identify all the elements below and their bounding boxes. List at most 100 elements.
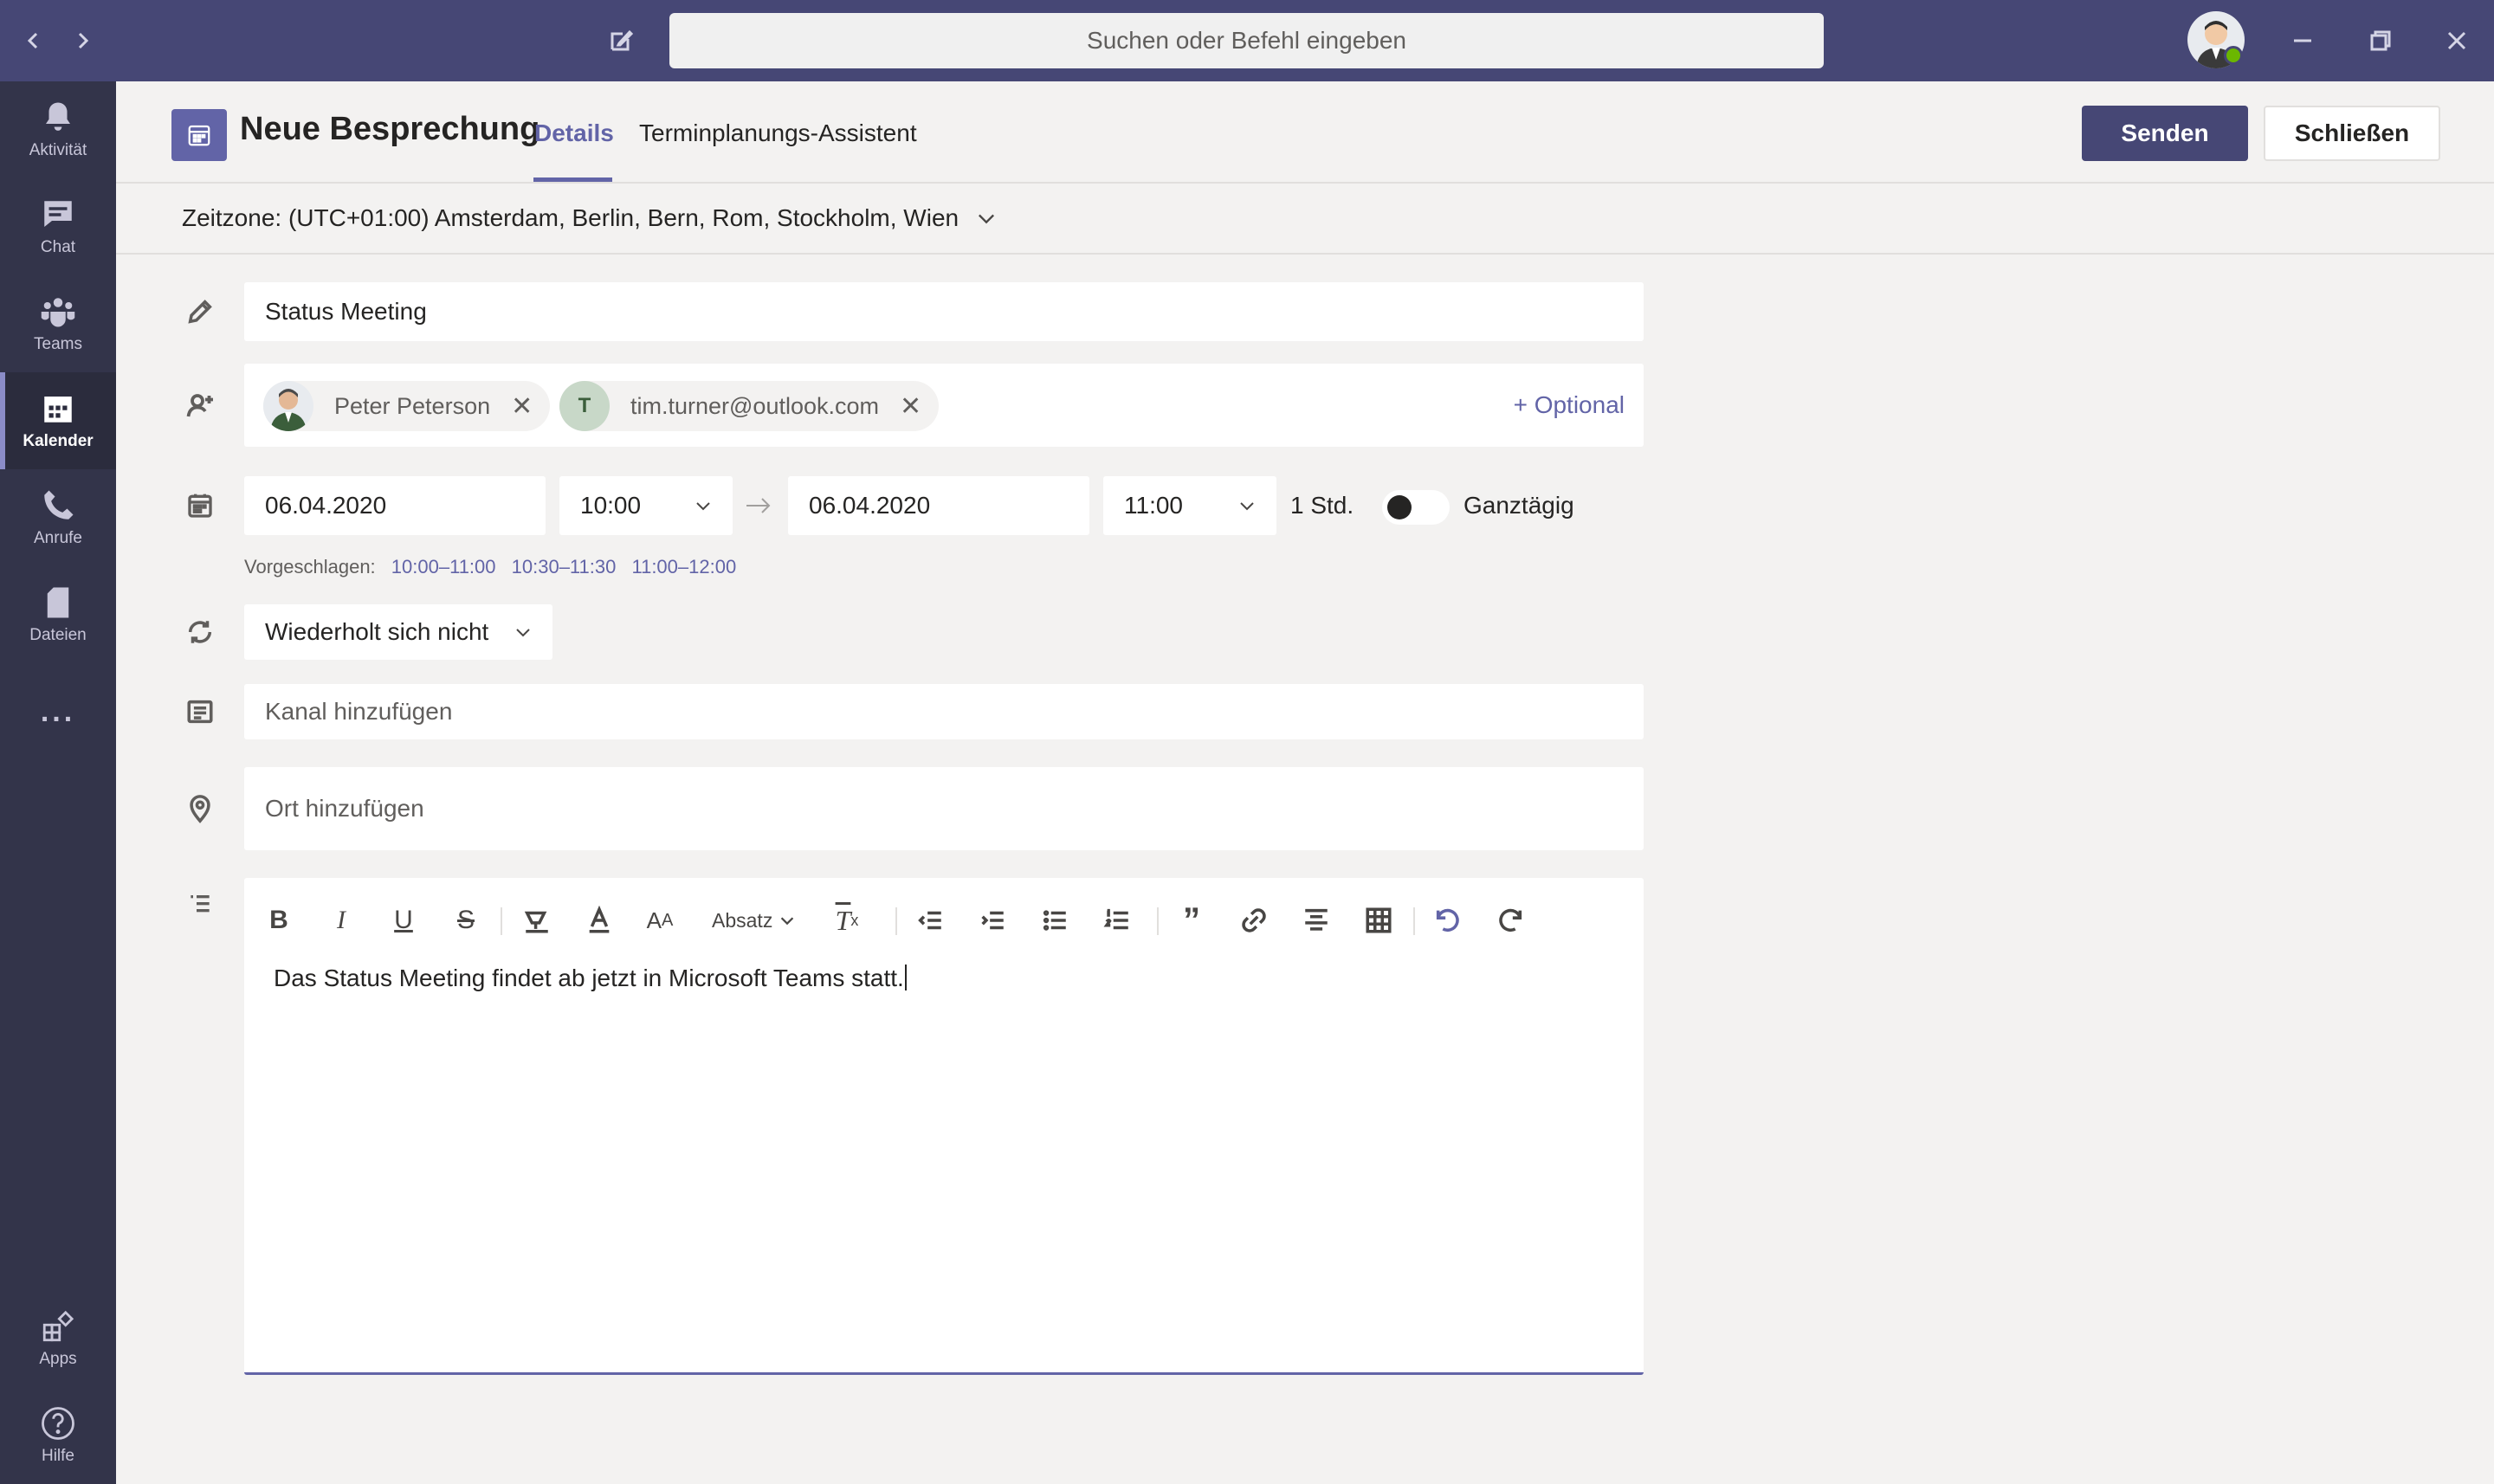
close-button[interactable]: Schließen <box>2264 106 2440 161</box>
rail-label: Anrufe <box>34 529 82 547</box>
title-bar: Suchen oder Befehl eingeben <box>0 0 2494 81</box>
attendees-input[interactable]: Peter Peterson ✕ T tim.turner@outlook.co… <box>244 364 1644 447</box>
close-window-icon[interactable] <box>2433 17 2480 64</box>
title-input[interactable]: Status Meeting <box>244 282 1644 341</box>
rail-item-calls[interactable]: Anrufe <box>0 469 116 566</box>
suggested-slot[interactable]: 10:30–11:30 <box>512 556 617 577</box>
forward-icon[interactable] <box>59 17 106 64</box>
presence-available-icon <box>2224 46 2243 65</box>
remove-attendee-icon[interactable]: ✕ <box>900 391 921 422</box>
attendee-chip[interactable]: T tim.turner@outlook.com ✕ <box>559 381 940 431</box>
search-input[interactable]: Suchen oder Befehl eingeben <box>669 13 1824 68</box>
location-input[interactable]: Ort hinzufügen <box>244 767 1644 850</box>
add-optional-link[interactable]: + Optional <box>1514 391 1625 419</box>
tab-scheduling-assistant[interactable]: Terminplanungs-Assistent <box>639 119 917 147</box>
more-icon: ... <box>40 694 76 728</box>
channel-icon <box>182 694 218 730</box>
clear-formatting-icon[interactable]: Tx <box>830 899 864 942</box>
strikethrough-icon[interactable]: S <box>449 899 483 942</box>
divider <box>116 253 2494 255</box>
bold-icon[interactable]: B <box>262 899 296 942</box>
rail-label: Hilfe <box>41 1447 74 1465</box>
title-value: Status Meeting <box>265 298 427 325</box>
highlight-icon[interactable] <box>520 899 554 942</box>
decrease-indent-icon[interactable] <box>913 899 947 942</box>
text-caret <box>904 965 907 990</box>
all-day-toggle[interactable] <box>1382 490 1450 525</box>
underline-icon[interactable]: U <box>386 899 421 942</box>
end-time-value: 11:00 <box>1124 492 1183 519</box>
editor-content[interactable]: Das Status Meeting findet ab jetzt in Mi… <box>274 965 907 992</box>
channel-input[interactable]: Kanal hinzufügen <box>244 684 1644 739</box>
toolbar-divider <box>1157 907 1159 935</box>
send-button[interactable]: Senden <box>2082 106 2248 161</box>
toolbar-divider <box>1413 907 1415 935</box>
timezone-select[interactable]: Zeitzone: (UTC+01:00) Amsterdam, Berlin,… <box>182 204 998 232</box>
start-date-input[interactable]: 06.04.2020 <box>244 476 546 535</box>
description-editor[interactable]: B I U S AA Absatz Tx ” Das Status Meetin… <box>244 878 1644 1375</box>
teams-icon <box>41 298 75 327</box>
attendee-chip[interactable]: Peter Peterson ✕ <box>263 381 551 431</box>
repeat-value: Wiederholt sich nicht <box>265 618 489 645</box>
file-icon <box>47 587 69 618</box>
details-list-icon <box>182 887 218 923</box>
rail-item-calendar[interactable]: Kalender <box>0 372 116 469</box>
repeat-select[interactable]: Wiederholt sich nicht <box>244 604 552 660</box>
duration-label: 1 Std. <box>1290 492 1354 519</box>
restore-icon[interactable] <box>2357 17 2404 64</box>
rail-label: Chat <box>40 238 76 256</box>
remove-attendee-icon[interactable]: ✕ <box>511 391 533 422</box>
font-size-icon[interactable]: AA <box>643 899 677 942</box>
paragraph-select[interactable]: Absatz <box>712 899 797 942</box>
calendar-icon <box>171 109 227 161</box>
calendar-icon <box>182 487 218 524</box>
timezone-label: Zeitzone: (UTC+01:00) Amsterdam, Berlin,… <box>182 204 959 231</box>
rail-item-more[interactable]: ... <box>0 663 116 760</box>
link-icon[interactable] <box>1237 899 1271 942</box>
paragraph-label: Absatz <box>712 908 773 932</box>
rail-item-activity[interactable]: Aktivität <box>0 81 116 178</box>
font-color-icon[interactable] <box>582 899 617 942</box>
meeting-header: Neue Besprechung Details Terminplanungs-… <box>116 81 2494 184</box>
rail-item-chat[interactable]: Chat <box>0 178 116 275</box>
end-time-select[interactable]: 11:00 <box>1103 476 1276 535</box>
chevron-down-icon <box>1240 502 1254 511</box>
bullet-list-icon[interactable] <box>1037 899 1072 942</box>
tab-details[interactable]: Details <box>534 119 614 147</box>
numbered-list-icon[interactable] <box>1100 899 1134 942</box>
suggested-slot[interactable]: 10:00–11:00 <box>391 556 496 577</box>
start-time-value: 10:00 <box>580 492 642 519</box>
rail-item-teams[interactable]: Teams <box>0 275 116 372</box>
page-title: Neue Besprechung <box>240 111 540 147</box>
suggested-slot[interactable]: 11:00–12:00 <box>631 556 736 577</box>
start-time-select[interactable]: 10:00 <box>559 476 733 535</box>
quote-icon[interactable]: ” <box>1174 899 1209 942</box>
chat-icon <box>44 201 72 227</box>
chevron-down-icon <box>516 629 530 637</box>
align-center-icon[interactable] <box>1299 899 1334 942</box>
italic-icon[interactable]: I <box>324 899 359 942</box>
back-icon[interactable] <box>10 17 57 64</box>
app-rail: Aktivität Chat Teams Kalender Anrufe Dat… <box>0 81 116 1484</box>
minimize-icon[interactable] <box>2279 17 2326 64</box>
rail-item-files[interactable]: Dateien <box>0 566 116 663</box>
rail-label: Kalender <box>23 432 94 450</box>
location-pin-icon <box>182 790 218 827</box>
rail-label: Teams <box>34 335 82 353</box>
rail-item-apps[interactable]: Apps <box>0 1290 116 1387</box>
chevron-down-icon <box>781 917 794 926</box>
avatar <box>263 381 313 431</box>
repeat-icon <box>182 614 218 650</box>
compose-icon[interactable] <box>598 17 644 64</box>
phone-icon <box>44 490 74 519</box>
location-placeholder: Ort hinzufügen <box>265 795 424 822</box>
pencil-icon <box>182 294 218 330</box>
attendee-name: Peter Peterson <box>334 392 491 419</box>
increase-indent-icon[interactable] <box>975 899 1010 942</box>
undo-icon[interactable] <box>1431 899 1465 942</box>
rail-item-help[interactable]: Hilfe <box>0 1387 116 1484</box>
formatting-toolbar: B I U S AA Absatz Tx ” <box>262 899 1647 942</box>
redo-icon[interactable] <box>1493 899 1528 942</box>
table-icon[interactable] <box>1361 899 1396 942</box>
end-date-input[interactable]: 06.04.2020 <box>788 476 1089 535</box>
